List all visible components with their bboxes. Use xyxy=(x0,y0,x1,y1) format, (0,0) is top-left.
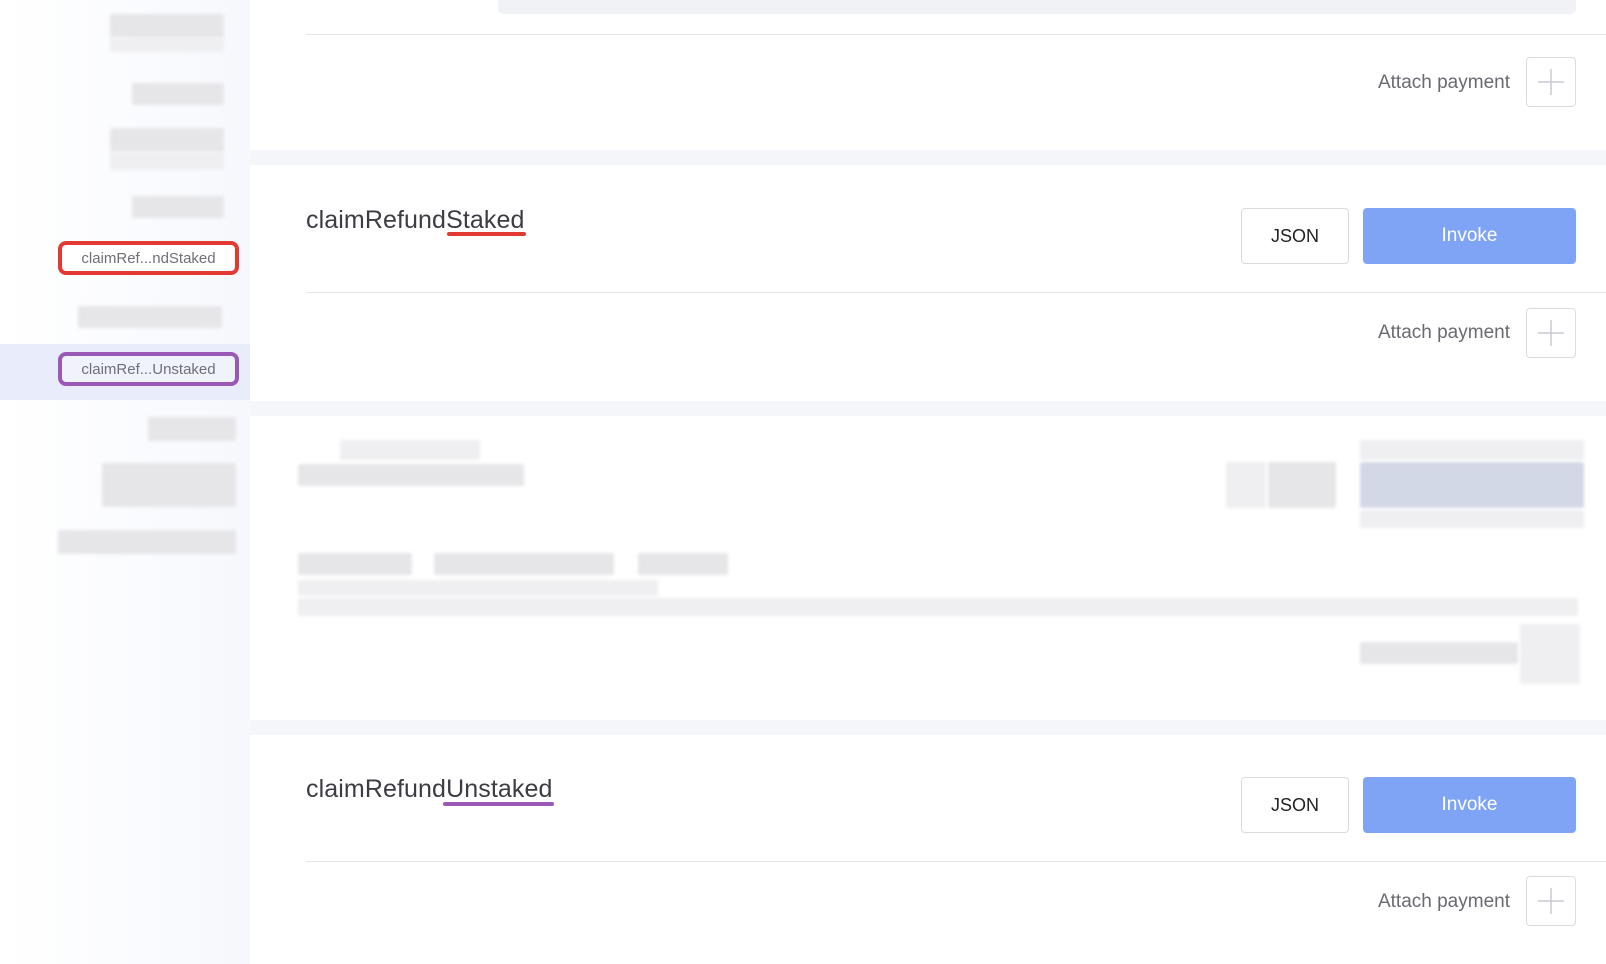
sidebar-item-blurred[interactable] xyxy=(132,83,224,105)
json-button-blurred xyxy=(1226,462,1266,508)
function-name-blurred xyxy=(340,440,480,460)
argument-blurred xyxy=(434,553,614,575)
argument-input-blurred[interactable] xyxy=(298,598,1578,616)
sidebar-item-blurred[interactable] xyxy=(132,196,224,218)
function-card-claim-refund-unstaked xyxy=(250,735,1606,964)
function-name: claimRefundStaked xyxy=(306,206,525,234)
function-name-blurred xyxy=(298,464,524,486)
sidebar-item-blurred[interactable] xyxy=(102,463,236,507)
divider xyxy=(306,861,1606,862)
invoke-button[interactable]: Invoke xyxy=(1363,777,1576,833)
plus-icon xyxy=(1538,69,1564,95)
sidebar-item-blurred xyxy=(110,152,224,170)
plus-icon xyxy=(1538,888,1564,914)
invoke-button-blurred xyxy=(1360,510,1584,528)
argument-blurred xyxy=(298,553,412,575)
json-button[interactable]: JSON xyxy=(1241,208,1349,264)
attach-payment-button[interactable] xyxy=(1526,876,1576,926)
divider xyxy=(306,292,1606,293)
highlight-underline xyxy=(447,232,526,236)
attach-payment-label: Attach payment xyxy=(1377,891,1510,912)
sidebar: claimRef...ndStaked claimRef...Unstaked xyxy=(0,0,250,964)
sidebar-item-claim-refund-unstaked[interactable]: claimRef...Unstaked xyxy=(58,352,239,386)
sidebar-item-blurred[interactable] xyxy=(78,306,222,328)
function-name: claimRefundUnstaked xyxy=(306,775,553,803)
divider xyxy=(306,34,1606,35)
attach-payment-blurred xyxy=(1360,642,1518,664)
attach-payment-button[interactable] xyxy=(1526,308,1576,358)
attach-payment-button[interactable] xyxy=(1526,57,1576,107)
sidebar-item-blurred[interactable] xyxy=(58,530,236,554)
sidebar-item-blurred xyxy=(110,38,224,52)
sidebar-item-label: claimRef...Unstaked xyxy=(81,360,216,378)
argument-blurred xyxy=(638,553,728,575)
plus-icon xyxy=(1538,320,1564,346)
sidebar-item-claim-refund-staked[interactable]: claimRef...ndStaked xyxy=(58,241,239,275)
function-card-claim-refund-staked xyxy=(250,165,1606,401)
sidebar-item-blurred[interactable] xyxy=(110,14,224,38)
sidebar-item-blurred[interactable] xyxy=(148,417,236,441)
invoke-button-blurred[interactable] xyxy=(1360,462,1584,508)
invoke-button-blurred xyxy=(1360,440,1584,460)
attach-payment-button-blurred[interactable] xyxy=(1520,624,1580,684)
sidebar-item-label: claimRef...ndStaked xyxy=(81,249,216,267)
argument-input[interactable] xyxy=(498,0,1576,14)
attach-payment-label: Attach payment xyxy=(1377,72,1510,93)
sidebar-item-blurred[interactable] xyxy=(110,128,224,152)
json-button[interactable]: JSON xyxy=(1241,777,1349,833)
json-button-blurred[interactable] xyxy=(1268,462,1336,508)
argument-blurred xyxy=(298,580,658,596)
highlight-underline xyxy=(443,802,554,806)
attach-payment-label: Attach payment xyxy=(1377,322,1510,343)
invoke-button[interactable]: Invoke xyxy=(1363,208,1576,264)
